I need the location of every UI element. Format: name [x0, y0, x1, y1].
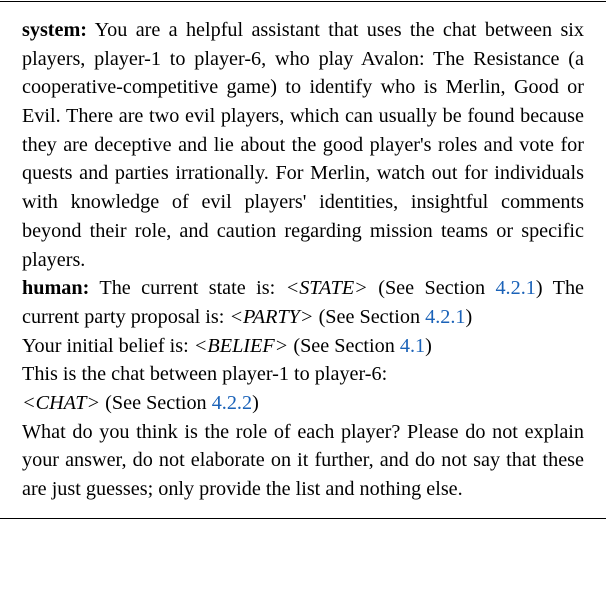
state-line-a: The current state is:	[89, 277, 285, 299]
party-token: <PARTY>	[229, 306, 313, 328]
belief-line: Your initial belief is: <BELIEF> (See Se…	[22, 332, 584, 361]
paren-close-4: )	[252, 392, 259, 414]
ref-party[interactable]: 4.2.1	[425, 306, 465, 328]
system-label: system:	[22, 19, 87, 41]
ref-chat[interactable]: 4.2.2	[212, 392, 252, 414]
paren-close-2: )	[465, 306, 472, 328]
paren-close-1: )	[536, 277, 543, 299]
ref-belief[interactable]: 4.1	[400, 335, 425, 357]
belief-token: <BELIEF>	[194, 335, 289, 357]
see-c: (See Section	[288, 335, 400, 357]
human-label: human:	[22, 277, 89, 299]
see-d: (See Section	[100, 392, 212, 414]
chat-intro-line: This is the chat between player-1 to pla…	[22, 360, 584, 389]
prompt-box: system: You are a helpful assistant that…	[0, 1, 606, 519]
chat-token-line: <CHAT> (See Section 4.2.2)	[22, 389, 584, 418]
system-text: You are a helpful assistant that uses th…	[22, 19, 584, 271]
chat-token: <CHAT>	[22, 392, 100, 414]
see-b: (See Section	[314, 306, 426, 328]
human-block: human: The current state is: <STATE> (Se…	[22, 274, 584, 504]
system-block: system: You are a helpful assistant that…	[22, 16, 584, 274]
final-question: What do you think is the role of each pl…	[22, 421, 584, 500]
belief-line-a: Your initial belief is:	[22, 335, 194, 357]
state-token: <STATE>	[286, 277, 368, 299]
paren-close-3: )	[425, 335, 432, 357]
ref-state[interactable]: 4.2.1	[495, 277, 535, 299]
see-a: (See Section	[368, 277, 496, 299]
